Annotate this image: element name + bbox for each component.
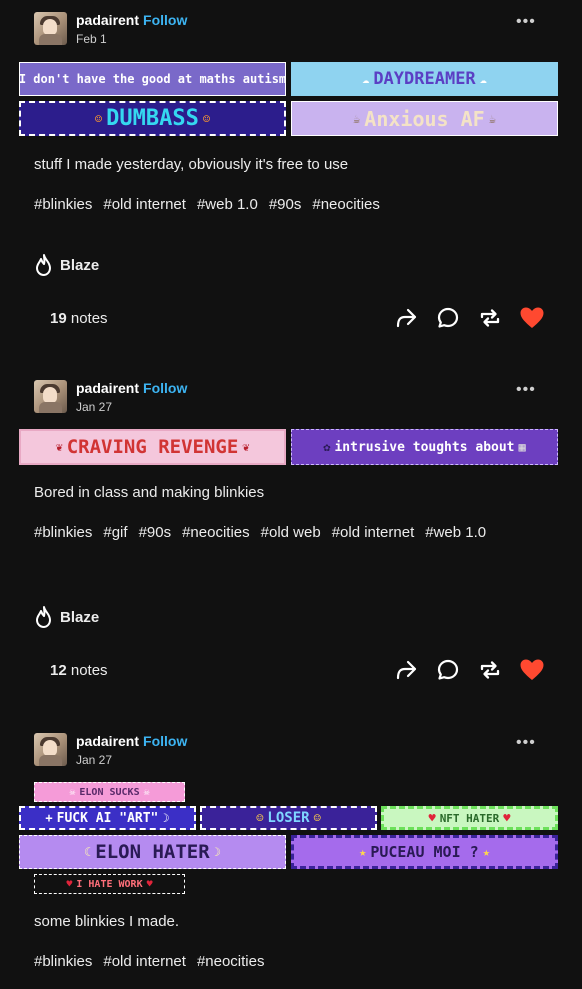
tag[interactable]: #web 1.0 <box>425 524 486 541</box>
reply-icon[interactable] <box>434 656 462 684</box>
blaze-button[interactable]: Blaze <box>34 606 99 628</box>
notes-count[interactable]: 12 notes <box>50 662 108 679</box>
tags: #blinkies #old internet #web 1.0 #90s #neoci… <box>34 193 514 217</box>
like-icon[interactable] <box>518 304 546 332</box>
post-actions <box>392 656 546 684</box>
blinkie-image: ✿ intrusive toughts about ▦ <box>291 429 558 465</box>
tag[interactable]: #blinkies <box>34 524 92 541</box>
tag[interactable]: #neocities <box>312 196 380 213</box>
post-3: padairent Follow Jan 27 ••• ☠ ELON SUCKS ☠ … <box>0 733 582 989</box>
blinkie-image: ☁ DAYDREAMER ☁ <box>291 62 558 96</box>
share-icon[interactable] <box>392 656 420 684</box>
post-header: padairent Follow Feb 1 ••• <box>34 12 554 48</box>
tag[interactable]: #old internet <box>332 524 415 541</box>
reblog-icon[interactable] <box>476 304 504 332</box>
post-actions <box>392 304 546 332</box>
username[interactable]: padairent Follow <box>76 733 187 749</box>
more-options-icon[interactable]: ••• <box>516 14 538 30</box>
avatar[interactable] <box>34 380 67 413</box>
post-header: padairent Follow Jan 27 ••• <box>34 380 554 416</box>
blinkie-image: ♥ I HATE WORK ♥ <box>34 874 185 894</box>
blinkie-image: ♥ NFT HATER ♥ <box>381 806 558 830</box>
tag[interactable]: #90s <box>269 196 302 213</box>
tag[interactable]: #old web <box>261 524 321 541</box>
notes-count[interactable]: 19 notes <box>50 310 108 327</box>
flame-icon <box>36 254 51 276</box>
more-options-icon[interactable]: ••• <box>516 735 538 751</box>
post-date[interactable]: Jan 27 <box>76 400 112 414</box>
reply-icon[interactable] <box>434 304 462 332</box>
tag[interactable]: #gif <box>103 524 127 541</box>
post-text: some blinkies I made. <box>34 913 180 930</box>
tag[interactable]: #web 1.0 <box>197 196 258 213</box>
tags: #blinkies #gif #90s #neocities #old web #old … <box>34 521 514 545</box>
tag[interactable]: #old internet <box>103 196 186 213</box>
reblog-icon[interactable] <box>476 656 504 684</box>
post-date[interactable]: Jan 27 <box>76 753 112 767</box>
tag[interactable]: #neocities <box>182 524 250 541</box>
username[interactable]: padairent Follow <box>76 12 187 28</box>
follow-button[interactable]: Follow <box>143 12 187 28</box>
blinkie-image: ✧I don't have the good at maths autism✧ <box>19 62 286 96</box>
blinkie-image: ☺ DUMBASS ☺ <box>19 101 286 136</box>
tag[interactable]: #blinkies <box>34 196 92 213</box>
blinkie-image: ☾ ELON HATER ☽ <box>19 835 286 869</box>
post-header: padairent Follow Jan 27 ••• <box>34 733 554 769</box>
post-text: Bored in class and making blinkies <box>34 484 265 501</box>
more-options-icon[interactable]: ••• <box>516 382 538 398</box>
post-text: stuff I made yesterday, obviously it's f… <box>34 156 349 173</box>
blinkie-image: ☺ LOSER ☺ <box>200 806 377 830</box>
follow-button[interactable]: Follow <box>143 733 187 749</box>
avatar[interactable] <box>34 733 67 766</box>
post-1: padairentFollow Feb 1 ••• ✧I don't have … <box>0 12 582 342</box>
blaze-label: Blaze <box>60 256 100 274</box>
blinkie-image: ❦ CRAVING REVENGE ❦ <box>19 429 286 465</box>
blinkie-image: ☠ ELON SUCKS ☠ <box>34 782 185 802</box>
blinkie-image: + FUCK AI "ART" ☽ <box>19 806 196 830</box>
username[interactable]: padairent Follow <box>76 380 187 396</box>
blaze-label: Blaze <box>60 608 100 626</box>
tag[interactable]: #old internet <box>103 953 186 970</box>
tag[interactable]: #90s <box>139 524 172 541</box>
follow-button[interactable]: Follow <box>143 380 187 396</box>
share-icon[interactable] <box>392 304 420 332</box>
post-date[interactable]: Feb 1 <box>76 32 107 46</box>
post-2: padairent Follow Jan 27 ••• ❦ CRAVING REVE… <box>0 380 582 700</box>
blinkie-image: ★ PUCEAU MOI ? ★ <box>291 835 558 869</box>
tag[interactable]: #blinkies <box>34 953 92 970</box>
tag[interactable]: #neocities <box>197 953 265 970</box>
flame-icon <box>36 606 51 628</box>
tags: #blinkies #old internet #neocities <box>34 950 514 974</box>
like-icon[interactable] <box>518 656 546 684</box>
avatar[interactable] <box>34 12 67 45</box>
blinkie-image: ☕ Anxious AF ☕ <box>291 101 558 136</box>
blaze-button[interactable]: Blaze <box>34 254 99 276</box>
